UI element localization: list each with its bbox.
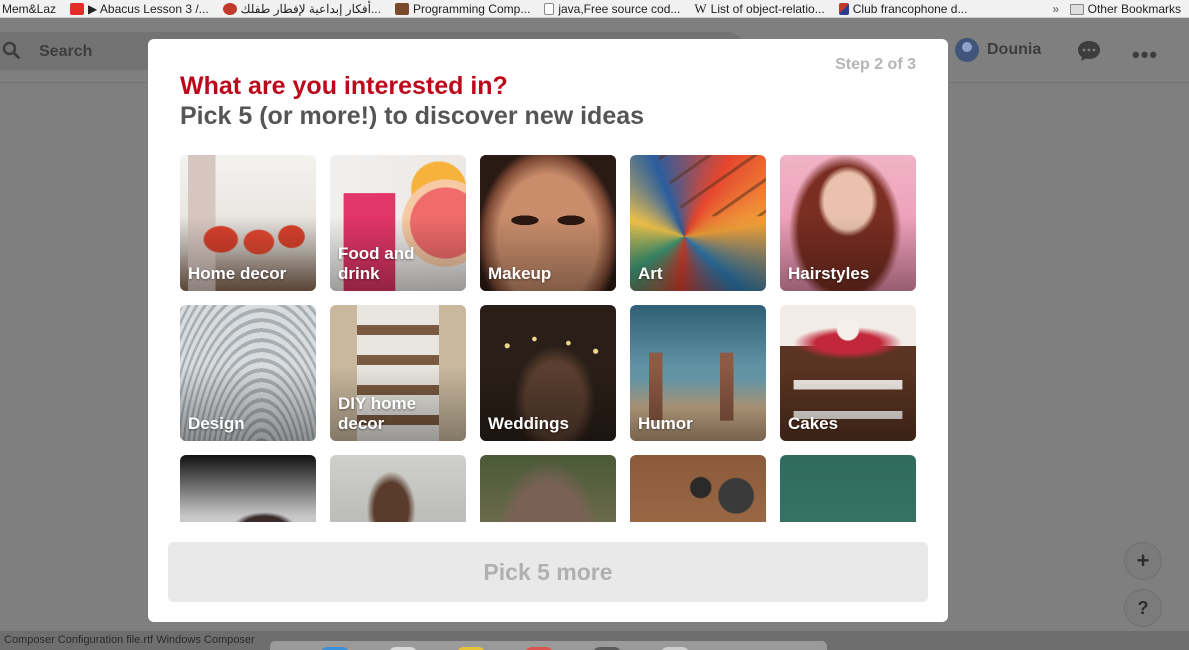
document-icon <box>544 2 555 15</box>
tile-image <box>630 455 766 522</box>
tile-label: Weddings <box>488 414 569 433</box>
folder-icon <box>1069 3 1084 15</box>
interests-modal: Step 2 of 3 What are you interested in? … <box>148 39 948 622</box>
avatar <box>955 38 979 62</box>
dock <box>270 641 827 650</box>
other-bookmarks-label: Other Bookmarks <box>1087 2 1181 16</box>
tile-label: Humor <box>638 414 693 433</box>
bookmarks-bar: Mem&Laz ▶ Abacus Lesson 3 /... أفكار إبد… <box>0 0 1189 18</box>
add-pin-button[interactable]: + <box>1125 543 1161 579</box>
bookmark-label: أفكار إبداعية لإفطار طفلك... <box>240 1 381 16</box>
bookmark-label: List of object-relatio... <box>710 1 825 16</box>
tile-label: Cakes <box>788 414 839 433</box>
interests-grid: Home decor Food and drink Makeup Art Hai… <box>180 155 916 522</box>
tile-label: Design <box>188 414 245 433</box>
tile-label: Food and drink <box>338 244 415 283</box>
interest-tile-makeup[interactable]: Makeup <box>480 155 616 291</box>
youtube-icon <box>70 2 85 15</box>
interest-tile-food-and-drink[interactable]: Food and drink <box>330 155 466 291</box>
bookmark-item[interactable]: W List of object-relatio... <box>694 0 825 17</box>
tile-image <box>780 455 916 522</box>
step-indicator: Step 2 of 3 <box>835 56 916 73</box>
bookmark-item[interactable]: أفكار إبداعية لإفطار طفلك... <box>222 0 381 17</box>
tile-image <box>180 455 316 522</box>
pick-more-button[interactable]: Pick 5 more <box>168 542 928 602</box>
tile-label: Hairstyles <box>788 264 870 283</box>
help-button[interactable]: ? <box>1125 590 1161 626</box>
other-bookmarks[interactable]: Other Bookmarks <box>1069 0 1181 17</box>
bookmark-label: Programming Comp... <box>412 1 531 16</box>
interest-tile-humor[interactable]: Humor <box>630 305 766 441</box>
interest-tile[interactable] <box>630 455 766 522</box>
tile-image <box>480 455 616 522</box>
codechef-icon <box>394 2 409 15</box>
bookmark-item[interactable]: Programming Comp... <box>394 0 531 17</box>
interest-tile[interactable] <box>180 455 316 522</box>
interest-tile-home-decor[interactable]: Home decor <box>180 155 316 291</box>
interest-tile[interactable] <box>480 455 616 522</box>
chat-icon[interactable] <box>1077 40 1101 62</box>
interest-tile-weddings[interactable]: Weddings <box>480 305 616 441</box>
bookmark-item[interactable]: java,Free source cod... <box>544 0 681 17</box>
bookmark-item[interactable]: ▶ Abacus Lesson 3 /... <box>70 0 209 17</box>
status-text: Composer Configuration file.rtf Windows … <box>4 634 255 646</box>
search-icon <box>2 41 20 59</box>
bookmark-label: Club francophone d... <box>852 1 968 16</box>
modal-subtitle: Pick 5 (or more!) to discover new ideas <box>180 102 645 130</box>
tile-image <box>330 455 466 522</box>
plus-icon: + <box>1136 548 1150 573</box>
bookmark-label: Mem&Laz <box>2 1 57 16</box>
bookmark-item[interactable]: Club francophone d... <box>838 0 968 17</box>
bookmark-label: ▶ Abacus Lesson 3 /... <box>88 1 209 16</box>
tile-label: Home decor <box>188 264 287 283</box>
user-name: Dounia <box>987 41 1042 58</box>
question-icon: ? <box>1137 597 1149 618</box>
tile-label: Makeup <box>488 264 552 283</box>
tile-label: DIY home decor <box>338 394 417 433</box>
interest-tile-hairstyles[interactable]: Hairstyles <box>780 155 916 291</box>
modal-title: What are you interested in? <box>180 72 508 100</box>
more-options-icon[interactable]: ••• <box>1132 42 1158 68</box>
site-favicon-icon <box>838 2 849 15</box>
bookmark-label: java,Free source cod... <box>558 1 681 16</box>
interest-tile-diy-home-decor[interactable]: DIY home decor <box>330 305 466 441</box>
interest-tile-cakes[interactable]: Cakes <box>780 305 916 441</box>
tile-label: Art <box>638 264 663 283</box>
interest-tile[interactable] <box>330 455 466 522</box>
bookmark-item[interactable]: Mem&Laz <box>0 0 57 17</box>
interest-tile-design[interactable]: Design <box>180 305 316 441</box>
interest-tile[interactable] <box>780 455 916 522</box>
interests-scroll-area[interactable]: Home decor Food and drink Makeup Art Hai… <box>180 155 916 522</box>
wikipedia-icon: W <box>694 0 707 16</box>
interest-tile-art[interactable]: Art <box>630 155 766 291</box>
profile-button[interactable]: Dounia <box>955 38 1041 62</box>
site-favicon-icon <box>222 2 237 15</box>
bookmarks-overflow-chevron-icon[interactable]: » <box>1052 0 1059 17</box>
search-placeholder: Search <box>39 43 93 60</box>
